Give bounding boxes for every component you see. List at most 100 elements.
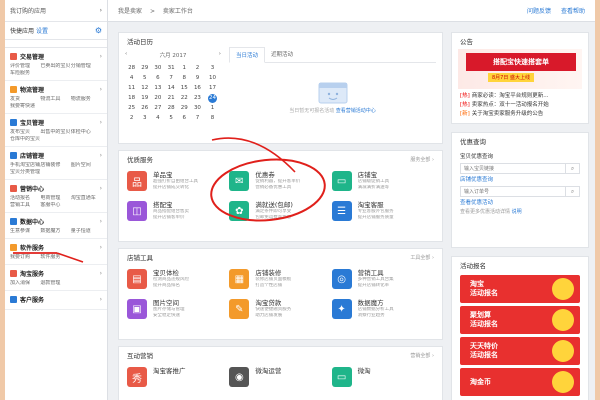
- sidebar-link[interactable]: 客服中心: [40, 202, 70, 209]
- service-tile[interactable]: 品单品宝 超强打折自由组合工具 提升店铺成交转化: [127, 169, 229, 199]
- sidebar-link[interactable]: 物流工具: [40, 96, 70, 103]
- breadcrumb-seller[interactable]: 我是卖家: [118, 8, 142, 15]
- service-tile[interactable]: ◉ 微淘运营: [229, 365, 331, 395]
- service-tile[interactable]: ◫ 搭配宝 商品搭配组合售卖 提升店铺客单价: [127, 199, 229, 229]
- query-note-link[interactable]: 说明: [512, 209, 522, 215]
- service-tile[interactable]: ✉ 优惠券 促销利器，提升客单价 营销必备优惠工具: [229, 169, 331, 199]
- calendar-day[interactable]: 5: [165, 113, 178, 123]
- sidebar-link[interactable]: 宝贝分类管理: [10, 169, 40, 176]
- sidebar-link[interactable]: 活动报名: [10, 195, 40, 202]
- calendar-day[interactable]: 4: [125, 73, 138, 83]
- service-tile[interactable]: ▦ 店铺装修 装修店铺页面模板 打造个性店铺: [229, 267, 331, 297]
- calendar-day[interactable]: 6: [151, 73, 164, 83]
- service-tile[interactable]: ☰ 淘宝客服 专业客服外包服务 提升店铺服务质量: [331, 199, 434, 229]
- sidebar-link[interactable]: 加入消保: [10, 280, 40, 287]
- interact-more-link[interactable]: 营销全部 ›: [410, 352, 434, 359]
- prev-month-icon[interactable]: ‹: [125, 51, 127, 59]
- sidebar-link[interactable]: 退款管理: [40, 280, 70, 287]
- calendar-day[interactable]: 28: [165, 103, 178, 113]
- calendar-day[interactable]: 7: [191, 113, 204, 123]
- calendar-day[interactable]: 1: [204, 103, 221, 113]
- sidebar-link[interactable]: 车险服务: [10, 70, 40, 77]
- service-tile[interactable]: ▭ 店铺宝 店铺级促销工具 满减满折满送等: [331, 169, 434, 199]
- sidebar-link[interactable]: 电商管理: [40, 195, 70, 202]
- sidebar-link[interactable]: 图片空间: [71, 162, 101, 169]
- sidebar-link[interactable]: 出售中的宝贝: [40, 129, 70, 136]
- sidebar-group-header[interactable]: 淘宝服务 ›: [10, 269, 102, 278]
- sidebar-link[interactable]: 手机淘宝店铺: [10, 162, 40, 169]
- calendar-day[interactable]: 22: [178, 93, 191, 103]
- calendar-day[interactable]: 7: [165, 73, 178, 83]
- sidebar-link[interactable]: 量子恒道: [71, 228, 101, 235]
- service-tile[interactable]: 秀淘宝客推广: [127, 365, 229, 395]
- calendar-day[interactable]: 21: [165, 93, 178, 103]
- sidebar-link[interactable]: 我要订购: [10, 254, 40, 261]
- calendar-day[interactable]: 10: [204, 73, 221, 83]
- order-number-input[interactable]: [461, 187, 565, 196]
- sidebar-group-header[interactable]: 店铺管理 ›: [10, 151, 102, 160]
- sidebar-group-header[interactable]: 宝贝管理 ›: [10, 118, 102, 127]
- sidebar-link[interactable]: 生意参谋: [10, 228, 40, 235]
- activity-banner[interactable]: 淘宝 活动报名: [460, 275, 580, 303]
- calendar-day[interactable]: 8: [204, 113, 221, 123]
- calendar-day[interactable]: 24: [204, 93, 221, 103]
- service-tile[interactable]: ✿ 满就送(包邮) 满足条件即可享受 包邮免运费等优惠: [229, 199, 331, 229]
- sidebar-group-header[interactable]: 数据中心 ›: [10, 217, 102, 226]
- calendar-day[interactable]: 17: [204, 83, 221, 93]
- calendar-day[interactable]: 30: [151, 63, 164, 73]
- activity-banner[interactable]: 淘金币: [460, 368, 580, 396]
- sidebar-link[interactable]: 已卖出的宝贝: [40, 63, 70, 70]
- calendar-day[interactable]: 3: [138, 113, 151, 123]
- calendar-day[interactable]: 5: [138, 73, 151, 83]
- calendar-day[interactable]: 4: [151, 113, 164, 123]
- calendar-day[interactable]: 15: [178, 83, 191, 93]
- calendar-day[interactable]: 13: [151, 83, 164, 93]
- sidebar-group-header[interactable]: 客户服务 ›: [10, 295, 102, 304]
- calendar-day[interactable]: 29: [138, 63, 151, 73]
- calendar-day[interactable]: 16: [191, 83, 204, 93]
- marketing-center-link[interactable]: 查看营销活动中心: [336, 108, 376, 114]
- notice-item[interactable]: [新] 关于淘宝卖家服务升级的公告: [460, 110, 580, 119]
- next-month-icon[interactable]: ›: [219, 51, 221, 59]
- service-tile[interactable]: ✎ 淘宝贷款 快速便捷融资服务 助力店铺发展: [229, 297, 331, 327]
- calendar-day[interactable]: 25: [125, 103, 138, 113]
- calendar-day[interactable]: 20: [151, 93, 164, 103]
- calendar-day[interactable]: 14: [165, 83, 178, 93]
- service-tile[interactable]: ◎ 营销工具 多种营销工具合集 提升店铺转化率: [331, 267, 434, 297]
- sidebar-link[interactable]: 我要寄快递: [10, 103, 40, 110]
- sidebar-link[interactable]: 仓库中的宝贝: [10, 136, 40, 143]
- calendar-day[interactable]: 2: [191, 63, 204, 73]
- calendar-day[interactable]: 8: [178, 73, 191, 83]
- activity-banner[interactable]: 聚划算 活动报名: [460, 306, 580, 334]
- calendar-day[interactable]: 30: [191, 103, 204, 113]
- search-icon[interactable]: ⌕: [565, 164, 579, 173]
- search-icon[interactable]: ⌕: [565, 187, 579, 196]
- sidebar-group-header[interactable]: 交易管理 ›: [10, 52, 102, 61]
- feedback-link[interactable]: 问题反馈: [527, 6, 551, 15]
- calendar-day[interactable]: 23: [191, 93, 204, 103]
- activity-banner[interactable]: 天天特价 活动报名: [460, 337, 580, 365]
- ad-banner[interactable]: 搭配宝快速搭套单 8月7日 盛大上线: [458, 49, 582, 89]
- notice-item[interactable]: [热] 卖家热点：双十一活动报名开始: [460, 101, 580, 110]
- calendar-day[interactable]: 1: [178, 63, 191, 73]
- sidebar-link[interactable]: 数据魔方: [40, 228, 70, 235]
- sidebar-link[interactable]: 分销管理: [71, 63, 101, 70]
- calendar-day[interactable]: 6: [178, 113, 191, 123]
- calendar-day[interactable]: 28: [125, 63, 138, 73]
- sidebar-link[interactable]: 发货: [10, 96, 40, 103]
- quick-apps-settings-link[interactable]: 设置: [36, 28, 48, 35]
- sidebar-link[interactable]: 淘宝直通车: [71, 195, 101, 202]
- help-link[interactable]: 查看帮助: [561, 6, 585, 15]
- sidebar-group-header[interactable]: 软件服务 ›: [10, 243, 102, 252]
- calendar-day[interactable]: 27: [151, 103, 164, 113]
- calendar-day[interactable]: 26: [138, 103, 151, 113]
- sidebar-link[interactable]: 体检中心: [71, 129, 101, 136]
- sidebar-link[interactable]: 软件服务: [40, 254, 70, 261]
- sidebar-link[interactable]: 评价管理: [10, 63, 40, 70]
- shop-query-link[interactable]: 店铺优惠查询: [460, 176, 580, 185]
- calendar-day[interactable]: 29: [178, 103, 191, 113]
- item-link-input[interactable]: [461, 164, 565, 173]
- tab-recent-events[interactable]: 近期活动: [265, 47, 299, 62]
- calendar-day[interactable]: 3: [204, 63, 221, 73]
- shop-tools-more-link[interactable]: 工具全部 ›: [410, 254, 434, 261]
